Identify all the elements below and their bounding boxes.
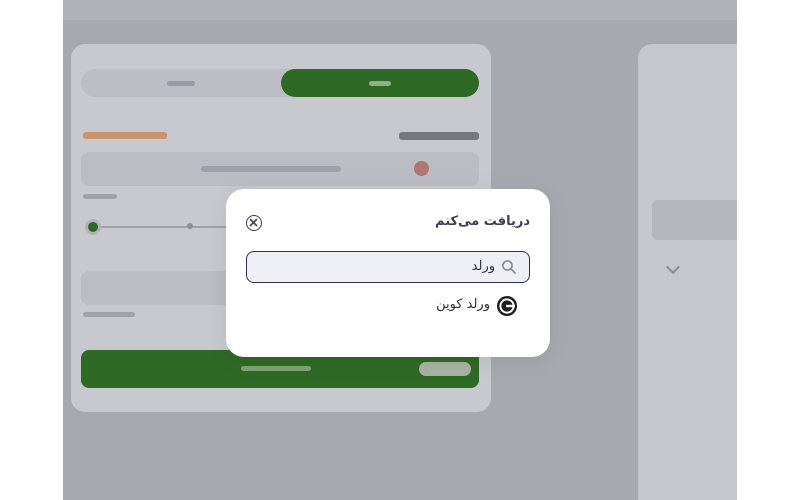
buy-sell-tabs xyxy=(81,69,479,97)
search-input[interactable] xyxy=(257,252,495,280)
modal-title: دریافت می‌کنم xyxy=(435,214,530,229)
balance-chip xyxy=(83,132,167,139)
result-label: ورلد کوین xyxy=(436,297,490,312)
coin-icon xyxy=(414,161,429,176)
top-bar xyxy=(63,0,737,20)
receive-label xyxy=(399,132,479,140)
tab-buy xyxy=(281,69,479,97)
side-panel xyxy=(638,44,737,500)
close-icon[interactable] xyxy=(246,215,262,231)
submit-chip xyxy=(419,362,471,376)
side-panel-row xyxy=(652,200,737,240)
slider-step xyxy=(187,223,193,229)
search-field[interactable] xyxy=(246,251,530,283)
tab-sell xyxy=(81,69,281,97)
receive-amount-field xyxy=(81,152,479,186)
amount-slider-thumb xyxy=(85,219,101,235)
search-icon xyxy=(501,259,517,275)
list-item[interactable]: ورلد کوین xyxy=(246,293,530,319)
receive-coin-modal: دریافت می‌کنم ورلد کوین xyxy=(226,189,550,357)
chevron-down-icon xyxy=(665,259,681,275)
worldcoin-icon xyxy=(496,295,518,317)
